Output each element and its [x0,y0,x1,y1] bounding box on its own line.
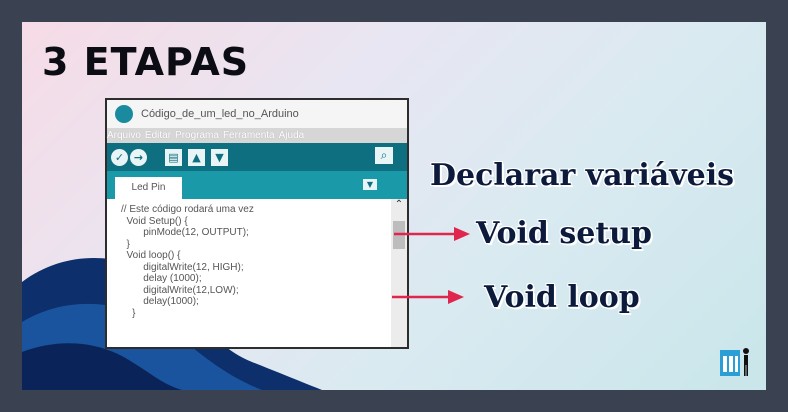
code-line: delay (1000); [121,273,202,284]
editor-window-title: Código_de_um_led_no_Arduino [141,108,299,120]
verify-icon[interactable]: ✓ [111,148,128,166]
code-line: Void Setup() { [121,215,188,227]
arduino-editor-window: Código_de_um_led_no_Arduino Arquivo Edit… [105,98,409,349]
label-void-setup: Void setup [476,216,652,251]
slide: 3 ETAPAS Código_de_um_led_no_Arduino Arq… [22,22,766,390]
code-line: } [121,238,130,250]
label-declarar-variaveis: Declarar variáveis [430,158,735,193]
editor-toolbar: ✓ → ▤ ▲ ▼ ⌕ [107,143,407,171]
tab-menu-chevron-down-icon[interactable]: ▼ [363,179,377,190]
code-line: digitalWrite(12,LOW); [121,284,239,296]
brand-logo-icon [720,348,749,376]
upload-icon[interactable]: → [130,148,147,166]
code-line: // Este código rodará uma vez [121,204,254,215]
code-line: digitalWrite(12, HIGH); [121,261,244,273]
code-line: delay(1000); [121,296,199,307]
arrow-to-void-setup [394,227,470,241]
tab-led-pin[interactable]: Led Pin [115,177,182,199]
code-area[interactable]: // Este código rodará uma vez Void Setup… [107,199,407,347]
arduino-logo-icon [115,105,133,123]
menu-ajuda[interactable]: Ajuda [279,128,305,143]
serial-monitor-icon[interactable]: ⌕ [375,147,393,164]
editor-menubar: Arquivo Editar Programa Ferramenta Ajuda [107,128,407,143]
new-file-icon[interactable]: ▤ [165,148,182,166]
code-line: Void loop() { [121,250,181,261]
page-title: 3 ETAPAS [42,40,250,84]
label-void-loop: Void loop [484,280,640,315]
editor-titlebar: Código_de_um_led_no_Arduino [107,100,407,128]
code-line: pinMode(12, OUTPUT); [121,227,249,238]
menu-arquivo[interactable]: Arquivo [107,128,141,143]
arrow-to-void-loop [392,290,464,304]
menu-editar[interactable]: Editar [145,128,171,143]
save-icon[interactable]: ▼ [211,148,228,166]
code-scrollbar[interactable]: ⌃ [391,199,407,347]
open-icon[interactable]: ▲ [188,148,205,166]
scroll-up-icon[interactable]: ⌃ [393,199,405,211]
code-line: } [121,307,136,319]
menu-ferramenta[interactable]: Ferramenta [223,128,275,143]
editor-tabbar: Led Pin ▼ [107,171,407,199]
menu-programa[interactable]: Programa [175,128,219,143]
